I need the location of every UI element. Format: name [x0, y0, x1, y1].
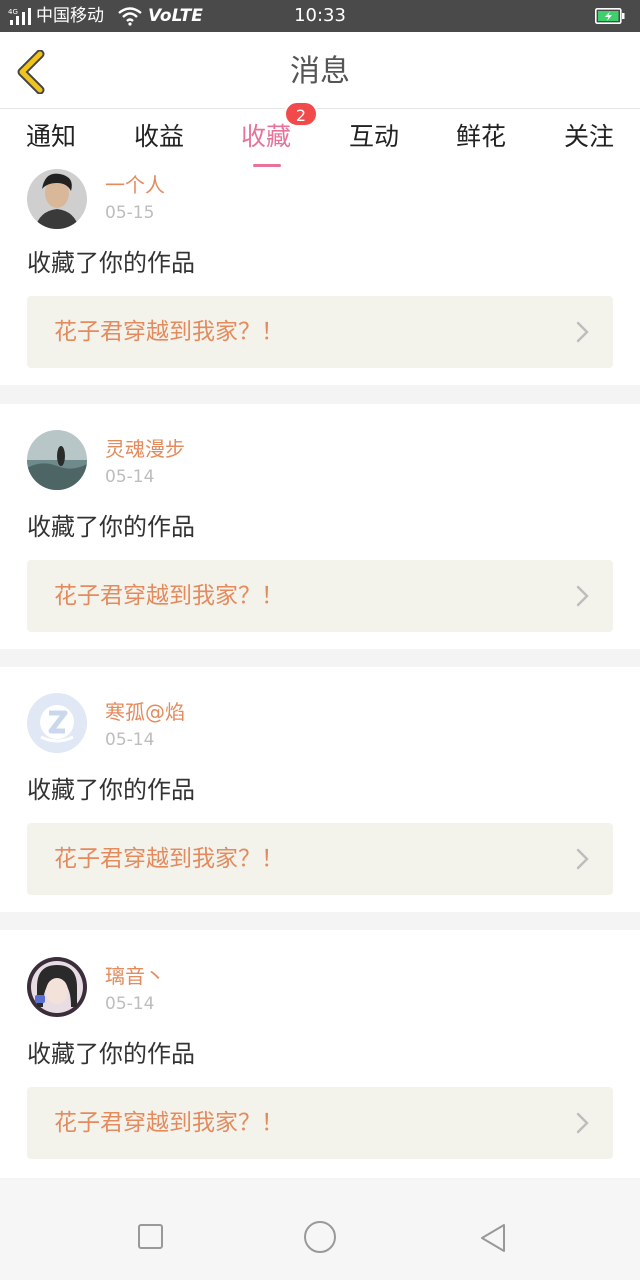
chevron-right-icon: [576, 1112, 589, 1134]
work-title: 花子君穿越到我家？！: [54, 583, 284, 609]
page-header: 消息: [0, 32, 640, 109]
username[interactable]: 一个人: [105, 172, 165, 198]
system-nav-bar: [0, 1180, 640, 1280]
date: 05-14: [105, 467, 155, 487]
chevron-right-icon: [576, 585, 589, 607]
square-recent-apps-icon[interactable]: [138, 1224, 163, 1249]
date: 05-15: [105, 203, 155, 223]
tab-favorites-label: 收藏: [240, 122, 291, 151]
work-title: 花子君穿越到我家？！: [54, 846, 284, 872]
chevron-right-icon: [576, 848, 589, 870]
date: 05-14: [105, 994, 155, 1014]
action-text: 收藏了你的作品: [27, 776, 195, 804]
tab-notifications[interactable]: 通知: [16, 121, 86, 153]
notification-card: 璃音丶 05-14 收藏了你的作品 花子君穿越到我家？！: [0, 930, 640, 1178]
circle-home-icon[interactable]: [304, 1221, 336, 1253]
tab-bar: 通知 收益 收藏 互动 鲜花 关注 2: [0, 101, 640, 167]
battery-icon: [595, 8, 625, 24]
avatar[interactable]: [27, 693, 87, 753]
tab-following[interactable]: 关注: [554, 121, 624, 153]
action-text: 收藏了你的作品: [27, 1040, 195, 1068]
work-link[interactable]: 花子君穿越到我家？！: [27, 1087, 613, 1159]
tab-earnings[interactable]: 收益: [124, 121, 194, 153]
work-link[interactable]: 花子君穿越到我家？！: [27, 560, 613, 632]
work-title: 花子君穿越到我家？！: [54, 319, 284, 345]
status-bar: 4G 中国移动 VoLTE 10:33: [0, 0, 640, 32]
page-title: 消息: [290, 54, 350, 89]
action-text: 收藏了你的作品: [27, 513, 195, 541]
work-link[interactable]: 花子君穿越到我家？！: [27, 296, 613, 368]
avatar-photo-icon: [27, 169, 87, 229]
triangle-back-icon[interactable]: [478, 1222, 508, 1254]
tab-favorites[interactable]: 收藏: [231, 121, 301, 167]
username[interactable]: 璃音丶: [105, 963, 165, 989]
work-title: 花子君穿越到我家？！: [54, 1110, 284, 1136]
date: 05-14: [105, 730, 155, 750]
avatar[interactable]: [27, 957, 87, 1017]
notification-card: 灵魂漫步 05-14 收藏了你的作品 花子君穿越到我家？！: [0, 404, 640, 649]
avatar[interactable]: [27, 169, 87, 229]
username[interactable]: 寒孤@焰: [105, 699, 185, 725]
avatar-photo-icon: [27, 957, 87, 1017]
notification-card: 寒孤@焰 05-14 收藏了你的作品 花子君穿越到我家？！: [0, 667, 640, 912]
avatar[interactable]: [27, 430, 87, 490]
work-link[interactable]: 花子君穿越到我家？！: [27, 823, 613, 895]
username[interactable]: 灵魂漫步: [105, 436, 185, 462]
action-text: 收藏了你的作品: [27, 249, 195, 277]
notification-card: 一个人 05-15 收藏了你的作品 花子君穿越到我家？！: [0, 167, 640, 385]
chevron-right-icon: [576, 321, 589, 343]
avatar-photo-icon: [27, 430, 87, 490]
unread-badge: 2: [284, 101, 318, 127]
clock: 10:33: [294, 5, 346, 26]
tab-interactions[interactable]: 互动: [339, 121, 409, 153]
tab-flowers[interactable]: 鲜花: [446, 121, 516, 153]
default-avatar-icon: [27, 693, 87, 753]
